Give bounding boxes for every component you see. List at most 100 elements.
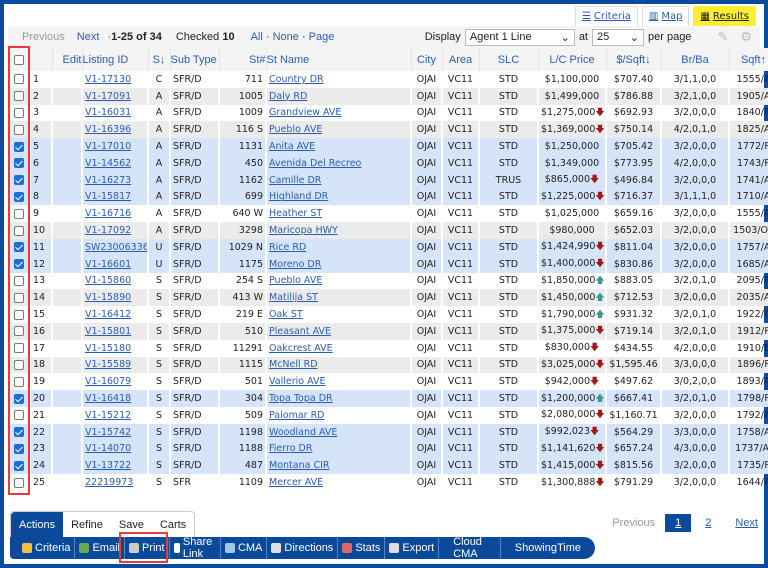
listing-id-link[interactable]: V1-16412 (85, 309, 131, 320)
row-checkbox[interactable] (8, 138, 31, 155)
row-edit[interactable] (52, 238, 83, 256)
select-all-checkbox[interactable] (8, 48, 31, 71)
tab-criteria[interactable]: ☰ Criteria (574, 6, 638, 26)
col-status[interactable]: S↓ (148, 48, 171, 71)
criteria-button[interactable]: Criteria (10, 537, 76, 559)
pager-previous[interactable]: Previous (612, 517, 655, 529)
row-checkbox[interactable] (8, 339, 31, 357)
col-br-ba[interactable]: Br/Ba (661, 48, 730, 71)
stats-button[interactable]: Stats (338, 537, 386, 559)
col-sub-type[interactable]: Sub Type (170, 48, 220, 71)
row-checkbox[interactable] (8, 255, 31, 273)
row-edit[interactable] (52, 222, 83, 239)
page-1[interactable]: 1 (665, 514, 692, 532)
row-edit[interactable] (52, 154, 83, 172)
row-edit[interactable] (52, 339, 83, 357)
row-checkbox[interactable] (8, 474, 31, 491)
row-checkbox[interactable] (8, 390, 31, 407)
listing-id-link[interactable]: V1-17091 (85, 91, 131, 102)
row-checkbox[interactable] (8, 373, 31, 391)
email-button[interactable]: Email (75, 537, 125, 559)
street-name-link[interactable]: Woodland AVE (269, 427, 337, 438)
street-name-link[interactable]: Fierro DR (269, 443, 312, 454)
cma-button[interactable]: CMA (221, 537, 268, 559)
street-name-link[interactable]: McNell RD (269, 359, 318, 370)
tab-save[interactable]: Save (111, 512, 152, 537)
listing-id-link[interactable]: V1-17092 (85, 225, 131, 236)
next-link[interactable]: Next (77, 31, 100, 43)
row-checkbox[interactable] (8, 104, 31, 122)
listing-id-link[interactable]: V1-15817 (85, 191, 131, 202)
listing-id-link[interactable]: V1-15589 (85, 359, 131, 370)
listing-id-link[interactable]: V1-15742 (85, 427, 131, 438)
showingtime-button[interactable]: ShowingTime (501, 537, 595, 559)
street-name-link[interactable]: Rice RD (269, 242, 306, 253)
share-link-button[interactable]: Share Link (170, 536, 221, 560)
row-checkbox[interactable] (8, 440, 31, 458)
listing-id-link[interactable]: V1-15860 (85, 275, 131, 286)
cloud-cma-button[interactable]: Cloud CMA (439, 536, 501, 560)
listing-id-link[interactable]: V1-16273 (85, 175, 131, 186)
row-edit[interactable] (52, 322, 83, 340)
street-name-link[interactable]: Country DR (269, 74, 324, 85)
col-city[interactable]: City (411, 48, 443, 71)
select-none-link[interactable]: None (273, 31, 299, 43)
row-checkbox[interactable] (8, 322, 31, 340)
row-checkbox[interactable] (8, 222, 31, 239)
street-name-link[interactable]: Vallerio AVE (269, 376, 325, 387)
previous-link[interactable]: Previous (22, 31, 65, 43)
listing-id-link[interactable]: SW23006336 (85, 242, 146, 253)
tab-carts[interactable]: Carts (152, 512, 194, 537)
row-checkbox[interactable] (8, 87, 31, 105)
per-page-select[interactable]: 25 ⌄ (592, 28, 644, 46)
row-edit[interactable] (52, 104, 83, 122)
col-edit[interactable]: Edit (52, 48, 83, 71)
listing-id-link[interactable]: V1-17010 (85, 141, 131, 152)
street-name-link[interactable]: Highland DR (269, 191, 328, 202)
edit-icon[interactable]: ✎ (717, 29, 728, 45)
row-checkbox[interactable] (8, 238, 31, 256)
row-edit[interactable] (52, 289, 83, 307)
street-name-link[interactable]: Moreno DR (269, 259, 321, 270)
row-edit[interactable] (52, 373, 83, 391)
street-name-link[interactable]: Oakcrest AVE (269, 343, 333, 354)
listing-id-link[interactable]: V1-16031 (85, 107, 131, 118)
row-checkbox[interactable] (8, 121, 31, 139)
export-button[interactable]: Export (385, 537, 440, 559)
pager-next[interactable]: Next (735, 517, 758, 529)
row-checkbox[interactable] (8, 71, 31, 88)
row-checkbox[interactable] (8, 188, 31, 206)
row-edit[interactable] (52, 440, 83, 458)
row-edit[interactable] (52, 390, 83, 407)
listing-id-link[interactable]: V1-15180 (85, 343, 131, 354)
street-name-link[interactable]: Matilija ST (269, 292, 318, 303)
gear-icon[interactable]: ⚙ (740, 29, 752, 45)
row-edit[interactable] (52, 457, 83, 475)
listing-id-link[interactable]: V1-16418 (85, 393, 131, 404)
row-edit[interactable] (52, 171, 83, 189)
street-name-link[interactable]: Montana CIR (269, 460, 329, 471)
col-area[interactable]: Area (442, 48, 480, 71)
street-name-link[interactable]: Oak ST (269, 309, 303, 320)
row-checkbox[interactable] (8, 423, 31, 441)
listing-id-link[interactable]: 22219973 (85, 477, 133, 488)
select-page-link[interactable]: Page (309, 31, 335, 43)
row-checkbox[interactable] (8, 272, 31, 290)
col-price-sqft[interactable]: $/Sqft↓ (606, 48, 662, 71)
street-name-link[interactable]: Pleasant AVE (269, 326, 331, 337)
col-price[interactable]: L/C Price (538, 48, 607, 71)
row-edit[interactable] (52, 87, 83, 105)
row-checkbox[interactable] (8, 205, 31, 223)
row-checkbox[interactable] (8, 171, 31, 189)
col-sqft[interactable]: Sqft↑ (729, 48, 768, 71)
select-all-link[interactable]: All (251, 31, 263, 43)
row-edit[interactable] (52, 474, 83, 491)
row-edit[interactable] (52, 306, 83, 323)
row-checkbox[interactable] (8, 154, 31, 172)
listing-id-link[interactable]: V1-15212 (85, 410, 131, 421)
listing-id-link[interactable]: V1-16601 (85, 259, 131, 270)
row-checkbox[interactable] (8, 457, 31, 475)
row-edit[interactable] (52, 272, 83, 290)
row-edit[interactable] (52, 406, 83, 424)
street-name-link[interactable]: Pueblo AVE (269, 124, 322, 135)
